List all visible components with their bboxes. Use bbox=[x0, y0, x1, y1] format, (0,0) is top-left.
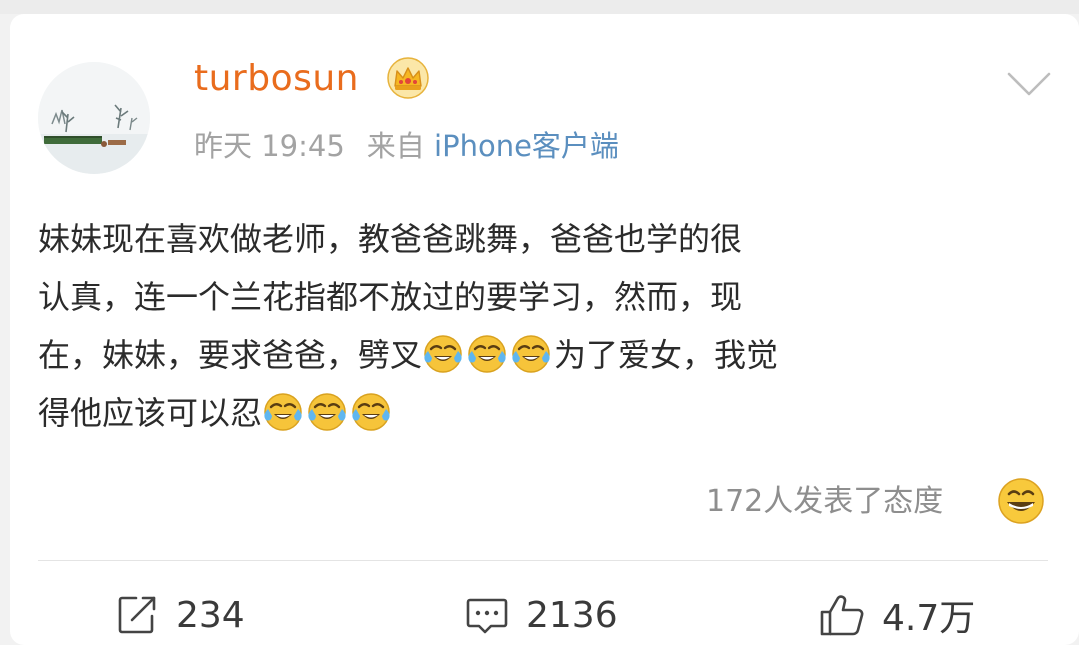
share-edit-icon bbox=[118, 596, 156, 634]
repost-button[interactable]: 234 bbox=[114, 590, 245, 640]
laughing-crying-face-icon bbox=[510, 332, 552, 374]
divider bbox=[38, 560, 1048, 561]
laughing-crying-face-icon bbox=[306, 390, 348, 432]
content-line-1: 妹妹现在喜欢做老师，教爸爸跳舞，爸爸也学的很 bbox=[38, 220, 743, 258]
comment-button[interactable]: 2136 bbox=[464, 590, 618, 640]
avatar[interactable] bbox=[38, 62, 150, 174]
content-line-3: 在，妹妹，要求爸爸，劈叉 为了爱女，我觉 bbox=[38, 326, 1048, 384]
content-line-4: 得他应该可以忍 bbox=[38, 384, 1048, 442]
content-line-3-tail: 为了爱女，我觉 bbox=[554, 336, 779, 374]
laughing-crying-face-icon bbox=[262, 390, 304, 432]
comment-count: 2136 bbox=[526, 594, 618, 636]
crown-vip-icon bbox=[386, 56, 430, 100]
source-prefix: 来自 bbox=[366, 129, 425, 163]
content-line-4-text: 得他应该可以忍 bbox=[38, 394, 263, 432]
chevron-down-icon[interactable] bbox=[1005, 68, 1053, 100]
top-band bbox=[0, 0, 1079, 14]
content-line-2: 认真，连一个兰花指都不放过的要学习，然而，现 bbox=[38, 278, 743, 316]
content-line-3-text: 在，妹妹，要求爸爸，劈叉 bbox=[38, 336, 423, 374]
username[interactable]: turbosun bbox=[194, 54, 359, 104]
source-link[interactable]: iPhone客户端 bbox=[434, 129, 619, 163]
laughing-crying-face-icon bbox=[350, 390, 392, 432]
thumbs-up-icon bbox=[820, 595, 864, 636]
comment-bubble-icon bbox=[466, 598, 508, 634]
post-meta: 昨天 19:45 来自 iPhone客户端 bbox=[194, 124, 619, 168]
laughing-crying-face-icon bbox=[466, 332, 508, 374]
grinning-face-icon[interactable] bbox=[996, 476, 1046, 526]
laughing-crying-face-icon bbox=[422, 332, 464, 374]
like-button[interactable]: 4.7万 bbox=[818, 590, 975, 640]
reactions-summary[interactable]: 172人发表了态度 bbox=[706, 478, 943, 526]
repost-count: 234 bbox=[176, 594, 245, 636]
post-time: 昨天 19:45 bbox=[194, 129, 345, 163]
like-count: 4.7万 bbox=[882, 598, 976, 639]
post-content: 妹妹现在喜欢做老师，教爸爸跳舞，爸爸也学的很 认真，连一个兰花指都不放过的要学习… bbox=[38, 210, 1048, 442]
